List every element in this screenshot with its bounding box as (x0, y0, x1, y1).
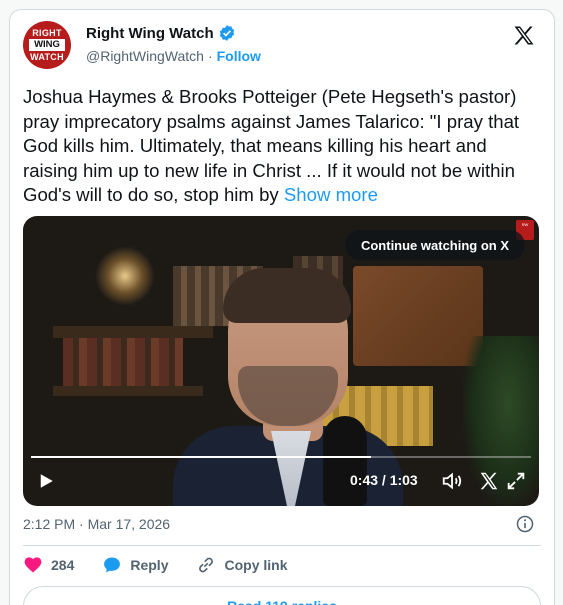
play-icon[interactable] (37, 472, 55, 490)
bookshelf-lower (53, 386, 203, 396)
display-name-row: Right Wing Watch (86, 24, 236, 42)
follow-button[interactable]: Follow (217, 48, 261, 64)
avatar[interactable]: RIGHT WING WATCH (23, 21, 71, 69)
x-logo-icon[interactable] (512, 24, 536, 48)
divider (23, 545, 541, 546)
handle-row: @RightWingWatch · Follow (86, 48, 261, 64)
verified-badge-icon (219, 25, 234, 41)
post-timestamp[interactable]: 2:12 PM · Mar 17, 2026 (23, 516, 170, 532)
lamp-light (95, 246, 155, 306)
info-icon[interactable] (516, 515, 534, 533)
show-more-link[interactable]: Show more (284, 184, 378, 205)
fullscreen-icon[interactable] (505, 470, 527, 492)
volume-icon[interactable] (441, 470, 463, 492)
avatar-text-wing: WING (29, 39, 65, 51)
copy-link-button[interactable]: Copy link (196, 555, 288, 575)
reply-button[interactable]: Reply (102, 555, 168, 575)
like-button[interactable]: 284 (23, 555, 74, 575)
video-time: 0:43 / 1:03 (350, 472, 418, 488)
reply-bubble-icon (104, 557, 121, 573)
display-name[interactable]: Right Wing Watch (86, 25, 214, 42)
continue-watching-button[interactable]: Continue watching on X (345, 230, 525, 260)
tweet-card: RIGHT WING WATCH Right Wing Watch @Right… (9, 9, 555, 605)
x-logo-icon[interactable] (478, 470, 500, 492)
handle[interactable]: @RightWingWatch (86, 48, 204, 64)
avatar-text-right: RIGHT (32, 28, 62, 38)
action-bar: 284 Reply Copy link (23, 553, 316, 577)
separator-dot: · (207, 48, 213, 64)
reply-label: Reply (130, 557, 169, 573)
heart-icon (24, 557, 42, 573)
books (63, 338, 183, 386)
video-player[interactable]: RW Continue watching on X 0:43 / 1:03 (23, 216, 539, 506)
link-icon (199, 557, 214, 573)
like-count: 284 (51, 557, 75, 573)
read-replies-button[interactable]: Read 119 replies (23, 586, 541, 605)
avatar-text-watch: WATCH (30, 52, 64, 62)
copy-link-label: Copy link (224, 557, 288, 573)
video-controls: 0:43 / 1:03 (23, 456, 539, 506)
tweet-body: Joshua Haymes & Brooks Potteiger (Pete H… (23, 86, 520, 205)
bookshelf (53, 326, 213, 338)
speaker-hair (223, 268, 351, 323)
tweet-text: Joshua Haymes & Brooks Potteiger (Pete H… (23, 85, 543, 208)
